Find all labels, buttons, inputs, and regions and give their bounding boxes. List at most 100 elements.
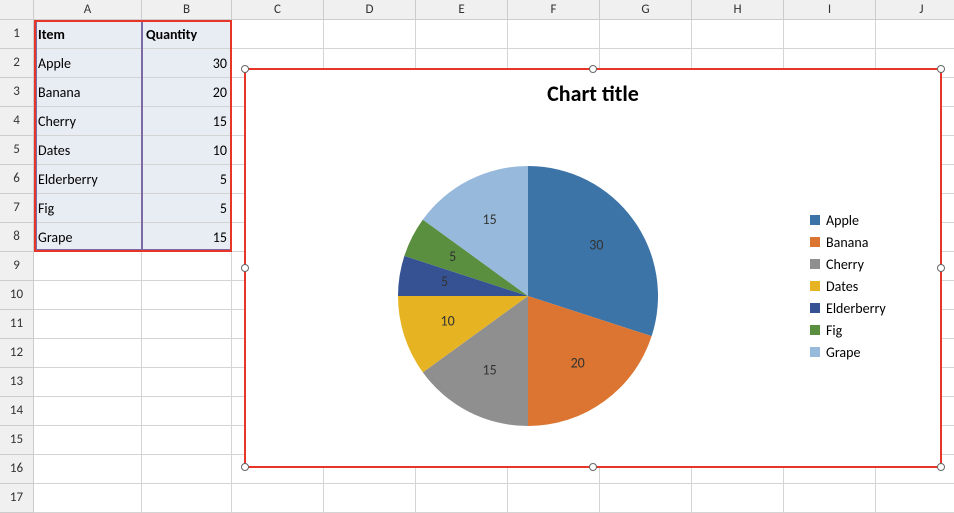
- cell-G1[interactable]: [600, 20, 692, 49]
- pie-label-grape: 15: [483, 211, 497, 228]
- legend-item-apple[interactable]: Apple: [810, 212, 928, 229]
- cell-E1[interactable]: [416, 20, 508, 49]
- column-header-F[interactable]: F: [508, 0, 600, 20]
- column-header-B[interactable]: B: [142, 0, 232, 20]
- cell-B9[interactable]: [142, 252, 232, 281]
- row-header-13[interactable]: 13: [0, 368, 34, 397]
- cell-J1[interactable]: [876, 20, 954, 49]
- chart-handle-se[interactable]: [937, 463, 945, 471]
- pie-label-fig: 5: [449, 248, 456, 265]
- pie-chart-svg: 302015105515: [358, 126, 698, 446]
- cell-B4[interactable]: 15: [142, 107, 232, 136]
- column-header-G[interactable]: G: [600, 0, 692, 20]
- column-header-J[interactable]: J: [876, 0, 954, 20]
- chart-handle-e[interactable]: [937, 264, 945, 272]
- chart-handle-s[interactable]: [589, 463, 597, 471]
- row-header-7[interactable]: 7: [0, 194, 34, 223]
- cell-B5[interactable]: 10: [142, 136, 232, 165]
- cell-B14[interactable]: [142, 397, 232, 426]
- column-header-D[interactable]: D: [324, 0, 416, 20]
- cell-B11[interactable]: [142, 310, 232, 339]
- row-header-3[interactable]: 3: [0, 78, 34, 107]
- column-header-H[interactable]: H: [692, 0, 784, 20]
- chart-handle-n[interactable]: [589, 65, 597, 73]
- cell-B3[interactable]: 20: [142, 78, 232, 107]
- select-all-cell[interactable]: [0, 0, 34, 20]
- row-header-16[interactable]: 16: [0, 455, 34, 484]
- chart-handle-nw[interactable]: [241, 65, 249, 73]
- cell-A15[interactable]: [34, 426, 142, 455]
- row-header-17[interactable]: 17: [0, 484, 34, 513]
- row-header-5[interactable]: 5: [0, 136, 34, 165]
- cell-D17[interactable]: [324, 484, 416, 513]
- cell-B12[interactable]: [142, 339, 232, 368]
- cell-B13[interactable]: [142, 368, 232, 397]
- legend-item-dates[interactable]: Dates: [810, 278, 928, 295]
- pie-chart-area[interactable]: 302015105515: [246, 113, 810, 459]
- legend-item-cherry[interactable]: Cherry: [810, 256, 928, 273]
- row-header-1[interactable]: 1: [0, 20, 34, 49]
- legend-item-grape[interactable]: Grape: [810, 344, 928, 361]
- column-header-E[interactable]: E: [416, 0, 508, 20]
- cell-A13[interactable]: [34, 368, 142, 397]
- chart-title[interactable]: Chart title: [246, 70, 940, 113]
- cell-B16[interactable]: [142, 455, 232, 484]
- cell-A7[interactable]: Fig: [34, 194, 142, 223]
- chart-object[interactable]: Chart title 302015105515 AppleBananaCher…: [244, 68, 942, 468]
- cell-B7[interactable]: 5: [142, 194, 232, 223]
- cell-A4[interactable]: Cherry: [34, 107, 142, 136]
- row-header-8[interactable]: 8: [0, 223, 34, 252]
- row-header-11[interactable]: 11: [0, 310, 34, 339]
- cell-B1[interactable]: Quantity: [142, 20, 232, 49]
- cell-B6[interactable]: 5: [142, 165, 232, 194]
- cell-A9[interactable]: [34, 252, 142, 281]
- chart-handle-sw[interactable]: [241, 463, 249, 471]
- row-header-6[interactable]: 6: [0, 165, 34, 194]
- row-header-9[interactable]: 9: [0, 252, 34, 281]
- cell-B10[interactable]: [142, 281, 232, 310]
- chart-handle-ne[interactable]: [937, 65, 945, 73]
- cell-C17[interactable]: [232, 484, 324, 513]
- cell-I1[interactable]: [784, 20, 876, 49]
- legend-item-elderberry[interactable]: Elderberry: [810, 300, 928, 317]
- column-header-A[interactable]: A: [34, 0, 142, 20]
- cell-F17[interactable]: [508, 484, 600, 513]
- cell-D1[interactable]: [324, 20, 416, 49]
- legend-item-fig[interactable]: Fig: [810, 322, 928, 339]
- cell-H1[interactable]: [692, 20, 784, 49]
- cell-A8[interactable]: Grape: [34, 223, 142, 252]
- cell-I17[interactable]: [784, 484, 876, 513]
- cell-B2[interactable]: 30: [142, 49, 232, 78]
- cell-F1[interactable]: [508, 20, 600, 49]
- chart-legend[interactable]: Apple Banana Cherry Dates Elderberry Fig Grape: [810, 207, 940, 366]
- chart-handle-w[interactable]: [241, 264, 249, 272]
- cell-H17[interactable]: [692, 484, 784, 513]
- cell-B17[interactable]: [142, 484, 232, 513]
- cell-A12[interactable]: [34, 339, 142, 368]
- cell-G17[interactable]: [600, 484, 692, 513]
- row-header-4[interactable]: 4: [0, 107, 34, 136]
- cell-C1[interactable]: [232, 20, 324, 49]
- cell-B15[interactable]: [142, 426, 232, 455]
- row-header-10[interactable]: 10: [0, 281, 34, 310]
- cell-J17[interactable]: [876, 484, 954, 513]
- row-header-12[interactable]: 12: [0, 339, 34, 368]
- cell-A5[interactable]: Dates: [34, 136, 142, 165]
- cell-A16[interactable]: [34, 455, 142, 484]
- cell-A14[interactable]: [34, 397, 142, 426]
- legend-item-banana[interactable]: Banana: [810, 234, 928, 251]
- cell-A3[interactable]: Banana: [34, 78, 142, 107]
- column-header-C[interactable]: C: [232, 0, 324, 20]
- cell-A6[interactable]: Elderberry: [34, 165, 142, 194]
- row-header-15[interactable]: 15: [0, 426, 34, 455]
- column-header-I[interactable]: I: [784, 0, 876, 20]
- row-header-14[interactable]: 14: [0, 397, 34, 426]
- cell-B8[interactable]: 15: [142, 223, 232, 252]
- cell-A1[interactable]: Item: [34, 20, 142, 49]
- cell-A10[interactable]: [34, 281, 142, 310]
- cell-A17[interactable]: [34, 484, 142, 513]
- cell-E17[interactable]: [416, 484, 508, 513]
- row-header-2[interactable]: 2: [0, 49, 34, 78]
- cell-A11[interactable]: [34, 310, 142, 339]
- cell-A2[interactable]: Apple: [34, 49, 142, 78]
